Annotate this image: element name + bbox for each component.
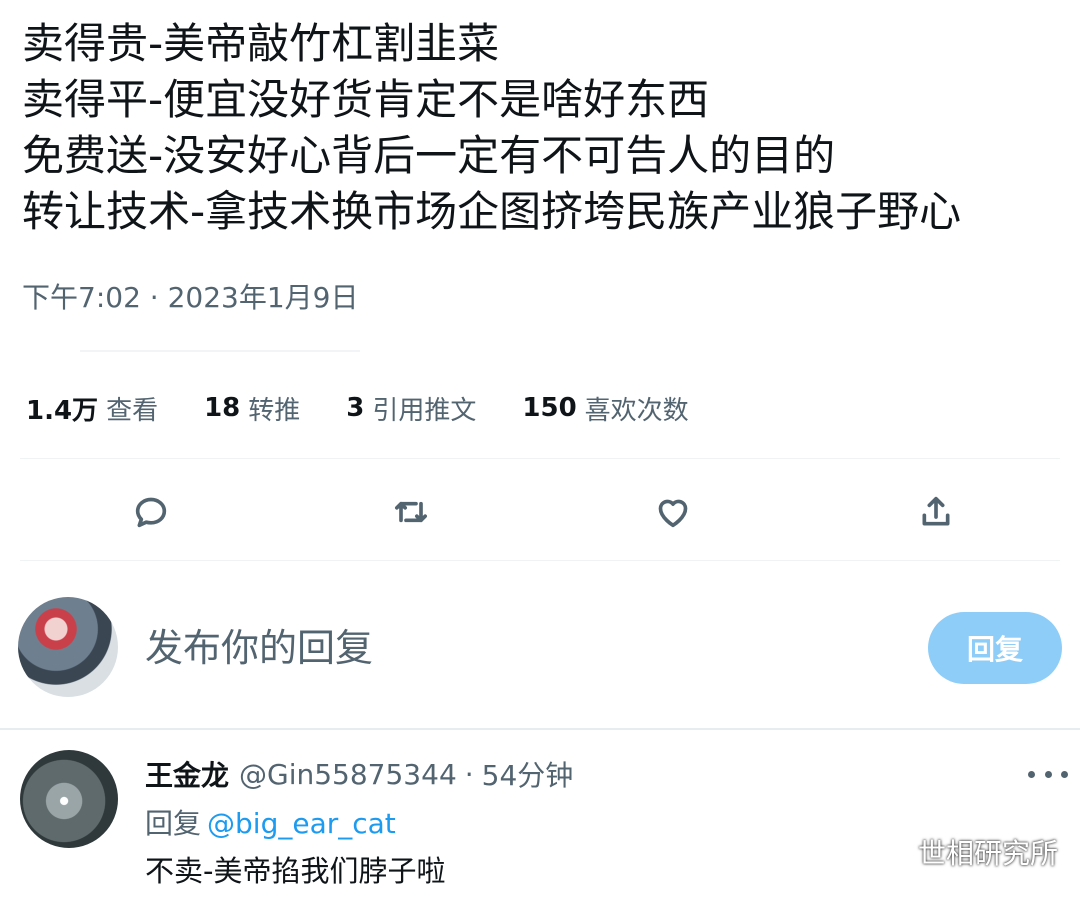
stat-retweets-label: 转推 xyxy=(248,395,301,426)
watermark-text: 世相研究所 xyxy=(918,837,1059,870)
reply-button[interactable]: 回复 xyxy=(928,612,1062,684)
stat-views-count: 1.4万 xyxy=(26,395,99,426)
reply-author-name[interactable]: 王金龙 xyxy=(145,754,229,794)
reply-time[interactable]: 54分钟 xyxy=(482,754,574,794)
stat-views[interactable]: 1.4万 查看 xyxy=(26,390,158,427)
divider xyxy=(0,728,1080,730)
stat-retweets-count: 18 xyxy=(204,393,241,423)
reply-header: 王金龙 @Gin55875344 · 54分钟 xyxy=(145,752,573,796)
reply-input[interactable] xyxy=(145,616,885,680)
heart-icon[interactable] xyxy=(649,488,697,536)
stat-retweets[interactable]: 18 转推 xyxy=(204,390,300,427)
tweet-line: 转让技术-拿技术换市场企图挤垮民族产业狼子野心 xyxy=(22,187,962,236)
stat-quotes[interactable]: 3 引用推文 xyxy=(346,390,476,427)
tweet-stats: 1.4万 查看 18 转推 3 引用推文 150 喜欢次数 xyxy=(26,385,735,431)
comment-icon[interactable] xyxy=(127,488,175,536)
mention-link[interactable]: @big_ear_cat xyxy=(207,807,396,840)
divider xyxy=(20,560,1060,561)
dot xyxy=(1028,770,1035,778)
avatar[interactable] xyxy=(20,750,118,848)
tweet-timestamp[interactable]: 下午7:02 · 2023年1月9日 xyxy=(22,276,358,316)
reply-text: 不卖-美帝掐我们脖子啦 xyxy=(145,854,446,888)
separator-dot: · xyxy=(464,757,474,791)
stat-likes-label: 喜欢次数 xyxy=(584,395,689,426)
fade-divider xyxy=(80,350,360,352)
avatar[interactable] xyxy=(18,597,118,697)
reply-author-handle[interactable]: @Gin55875344 xyxy=(239,758,457,791)
tweet-line: 免费送-没安好心背后一定有不可告人的目的 xyxy=(22,131,836,180)
replying-to: 回复 @big_ear_cat xyxy=(145,802,396,842)
dot xyxy=(1044,770,1052,778)
stat-likes[interactable]: 150 喜欢次数 xyxy=(522,390,688,427)
stat-likes-count: 150 xyxy=(522,393,577,423)
replying-label: 回复 xyxy=(145,807,202,840)
retweet-icon[interactable] xyxy=(387,488,435,536)
dot xyxy=(1061,770,1068,778)
tweet-actions xyxy=(0,482,1080,542)
tweet-line: 卖得平-便宜没好货肯定不是啥好东西 xyxy=(22,75,710,124)
stat-views-label: 查看 xyxy=(106,395,159,426)
tweet-text: 卖得贵-美帝敲竹杠割韭菜 卖得平-便宜没好货肯定不是啥好东西 免费送-没安好心背… xyxy=(22,16,1072,240)
stat-quotes-label: 引用推文 xyxy=(372,395,477,426)
tweet-line: 卖得贵-美帝敲竹杠割韭菜 xyxy=(22,19,500,68)
more-icon[interactable] xyxy=(1028,758,1068,790)
wechat-icon xyxy=(867,835,909,868)
stat-quotes-count: 3 xyxy=(346,393,365,423)
divider xyxy=(20,458,1060,459)
watermark: 世相研究所 xyxy=(866,832,1058,872)
share-icon[interactable] xyxy=(912,488,960,536)
